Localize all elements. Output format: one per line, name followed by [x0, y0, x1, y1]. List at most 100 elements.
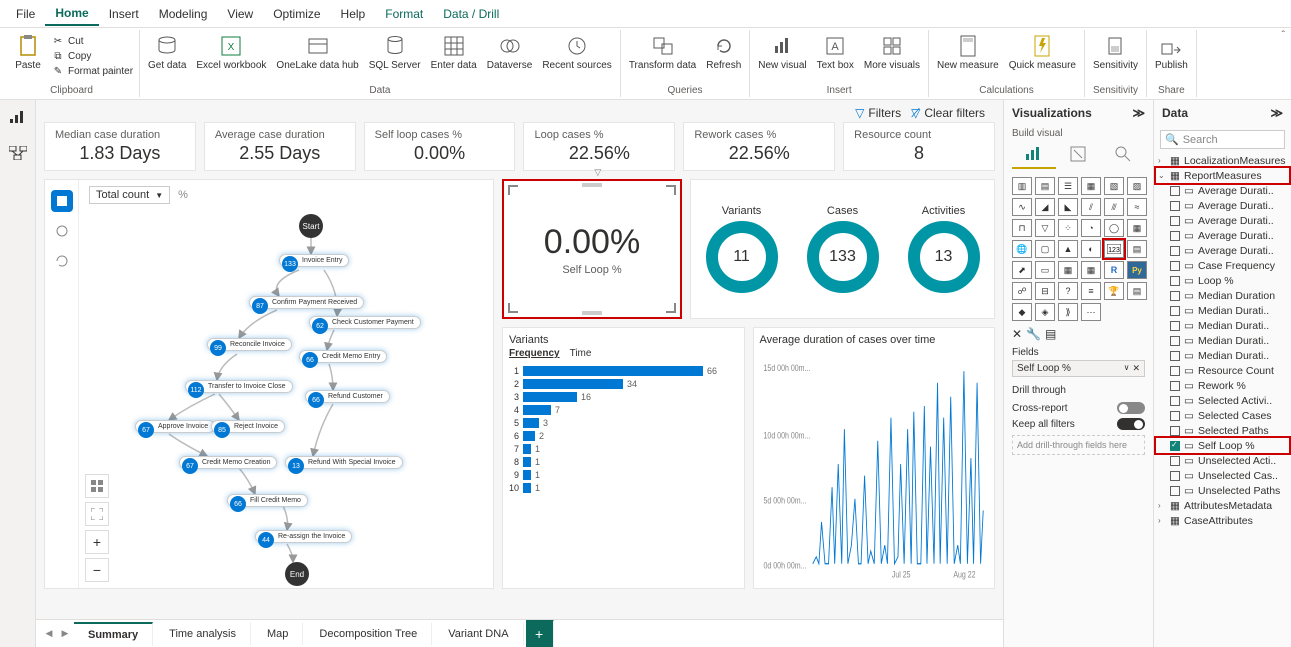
map-metric-dropdown[interactable]: Total count▼	[89, 186, 170, 204]
variant-bar-row[interactable]: 62	[509, 431, 738, 441]
menu-help[interactable]: Help	[331, 3, 376, 25]
vis-decomp-tree[interactable]: ⊟	[1035, 282, 1055, 300]
vis-key-influencers[interactable]: ☍	[1012, 282, 1032, 300]
vis-azure-map[interactable]: ▲	[1058, 240, 1078, 258]
variant-bar-row[interactable]: 166	[509, 366, 738, 376]
menu-insert[interactable]: Insert	[99, 3, 149, 25]
field-item[interactable]: ▭Self Loop %	[1156, 438, 1289, 453]
tab-decomposition[interactable]: Decomposition Tree	[305, 622, 432, 645]
vis-more[interactable]: ⟫	[1058, 303, 1078, 321]
field-checkbox[interactable]	[1170, 306, 1180, 316]
activity-node[interactable]: 66Fill Credit Memo	[227, 494, 308, 507]
field-item[interactable]: ▭Median Duration	[1156, 288, 1289, 303]
field-item[interactable]: ▭Average Durati..	[1156, 198, 1289, 213]
field-checkbox[interactable]	[1170, 186, 1180, 196]
field-checkbox[interactable]	[1170, 246, 1180, 256]
vis-kpi[interactable]: ⬈	[1012, 261, 1032, 279]
cut-button[interactable]: ✂Cut	[50, 34, 135, 48]
field-item[interactable]: ▭Selected Paths	[1156, 423, 1289, 438]
vis-filled-map[interactable]: ▢	[1035, 240, 1055, 258]
variants-tab-frequency[interactable]: Frequency	[509, 348, 560, 360]
vis-clustered-col[interactable]: ▦	[1081, 177, 1101, 195]
resize-handle[interactable]	[582, 311, 602, 315]
field-item[interactable]: ▭Median Durati..	[1156, 303, 1289, 318]
menu-home[interactable]: Home	[45, 2, 98, 26]
field-item[interactable]: ▭Resource Count	[1156, 363, 1289, 378]
variant-bar-row[interactable]: 91	[509, 470, 738, 480]
vis-table[interactable]: ▦	[1058, 261, 1078, 279]
menu-file[interactable]: File	[6, 3, 45, 25]
dropdown-icon[interactable]: ▽	[594, 167, 601, 178]
field-checkbox[interactable]	[1170, 486, 1180, 496]
avg-duration-chart[interactable]: Average duration of cases over time 15d …	[753, 327, 996, 589]
new-visual-button[interactable]: New visual	[754, 32, 810, 84]
activity-node[interactable]: 62Check Customer Payment	[309, 316, 421, 329]
map-mode-rework[interactable]	[51, 250, 73, 272]
vis-area[interactable]: ◢	[1035, 198, 1055, 216]
activity-node[interactable]: 85Reject Invoice	[211, 420, 285, 433]
vis-r[interactable]: R	[1104, 261, 1124, 279]
field-item[interactable]: ▭Selected Cases	[1156, 408, 1289, 423]
onelake-button[interactable]: OneLake data hub	[272, 32, 362, 84]
field-item[interactable]: ▭Unselected Cas..	[1156, 468, 1289, 483]
activity-node[interactable]: 66Credit Memo Entry	[299, 350, 387, 363]
field-item[interactable]: ▭Loop %	[1156, 273, 1289, 288]
field-item[interactable]: ▭Median Durati..	[1156, 348, 1289, 363]
field-checkbox[interactable]	[1170, 336, 1180, 346]
tool-more[interactable]: ▤	[1045, 327, 1056, 341]
menu-view[interactable]: View	[217, 3, 263, 25]
vis-clustered-bar[interactable]: ☰	[1058, 177, 1078, 195]
field-checkbox[interactable]	[1170, 471, 1180, 481]
field-checkbox[interactable]	[1170, 381, 1180, 391]
report-view-button[interactable]	[7, 108, 29, 126]
resize-handle[interactable]	[666, 185, 676, 195]
vis-pie[interactable]: ◔	[1081, 219, 1101, 237]
field-checkbox[interactable]	[1170, 216, 1180, 226]
activity-node[interactable]: 67Approve Invoice	[135, 420, 215, 433]
vis-funnel[interactable]: ▽	[1035, 219, 1055, 237]
card-self-loop[interactable]: Self loop cases %0.00%	[364, 122, 516, 171]
zoom-in-button[interactable]: +	[85, 530, 109, 554]
remove-field-icon[interactable]: ✕	[1132, 363, 1140, 374]
field-checkbox[interactable]	[1170, 396, 1180, 406]
analytics-tab[interactable]	[1101, 141, 1145, 169]
field-item[interactable]: ▭Median Durati..	[1156, 333, 1289, 348]
field-checkbox[interactable]	[1170, 366, 1180, 376]
vis-scatter[interactable]: ⁘	[1058, 219, 1078, 237]
field-checkbox[interactable]	[1170, 426, 1180, 436]
vis-gauge[interactable]: ◐	[1081, 240, 1101, 258]
variant-bar-row[interactable]: 81	[509, 457, 738, 467]
activity-node[interactable]: 67Credit Memo Creation	[179, 456, 277, 469]
vis-powerapps[interactable]: ◆	[1012, 303, 1032, 321]
enter-data-button[interactable]: Enter data	[427, 32, 481, 84]
text-box-button[interactable]: AText box	[813, 32, 858, 84]
sql-button[interactable]: SQL Server	[365, 32, 425, 84]
quick-measure-button[interactable]: Quick measure	[1005, 32, 1080, 84]
field-checkbox[interactable]	[1170, 441, 1180, 451]
activity-node[interactable]: 66Refund Customer	[305, 390, 390, 403]
build-visual-tab[interactable]	[1012, 141, 1056, 169]
tab-variant-dna[interactable]: Variant DNA	[434, 622, 523, 645]
fields-well[interactable]: Self Loop %∨✕	[1012, 360, 1145, 377]
vis-line-col2[interactable]: ⫻	[1104, 198, 1124, 216]
menu-datadrill[interactable]: Data / Drill	[433, 3, 509, 25]
clear-filters-button[interactable]: ▽̸Clear filters	[911, 106, 985, 120]
field-item[interactable]: ▭Selected Activi..	[1156, 393, 1289, 408]
activity-node[interactable]: 112Transfer to Invoice Close	[185, 380, 293, 393]
field-checkbox[interactable]	[1170, 261, 1180, 271]
field-item[interactable]: ▭Average Durati..	[1156, 183, 1289, 198]
vis-waterfall[interactable]: ⊓	[1012, 219, 1032, 237]
fit-button[interactable]	[85, 474, 109, 498]
card-resource-count[interactable]: Resource count8	[843, 122, 995, 171]
activity-node[interactable]: 87Confirm Payment Received	[249, 296, 364, 309]
field-checkbox[interactable]	[1170, 321, 1180, 331]
field-checkbox[interactable]	[1170, 276, 1180, 286]
vis-map[interactable]: 🌐	[1012, 240, 1032, 258]
selected-card-visual[interactable]: 0.00% Self Loop %	[502, 179, 682, 319]
vis-line[interactable]: ∿	[1012, 198, 1032, 216]
chevron-down-icon[interactable]: ∨	[1124, 363, 1130, 374]
process-map-visual[interactable]: Total count▼ % Start	[44, 179, 494, 589]
tab-prev[interactable]: ◀	[42, 628, 56, 639]
vis-custom[interactable]: ⋯	[1081, 303, 1101, 321]
field-checkbox[interactable]	[1170, 231, 1180, 241]
